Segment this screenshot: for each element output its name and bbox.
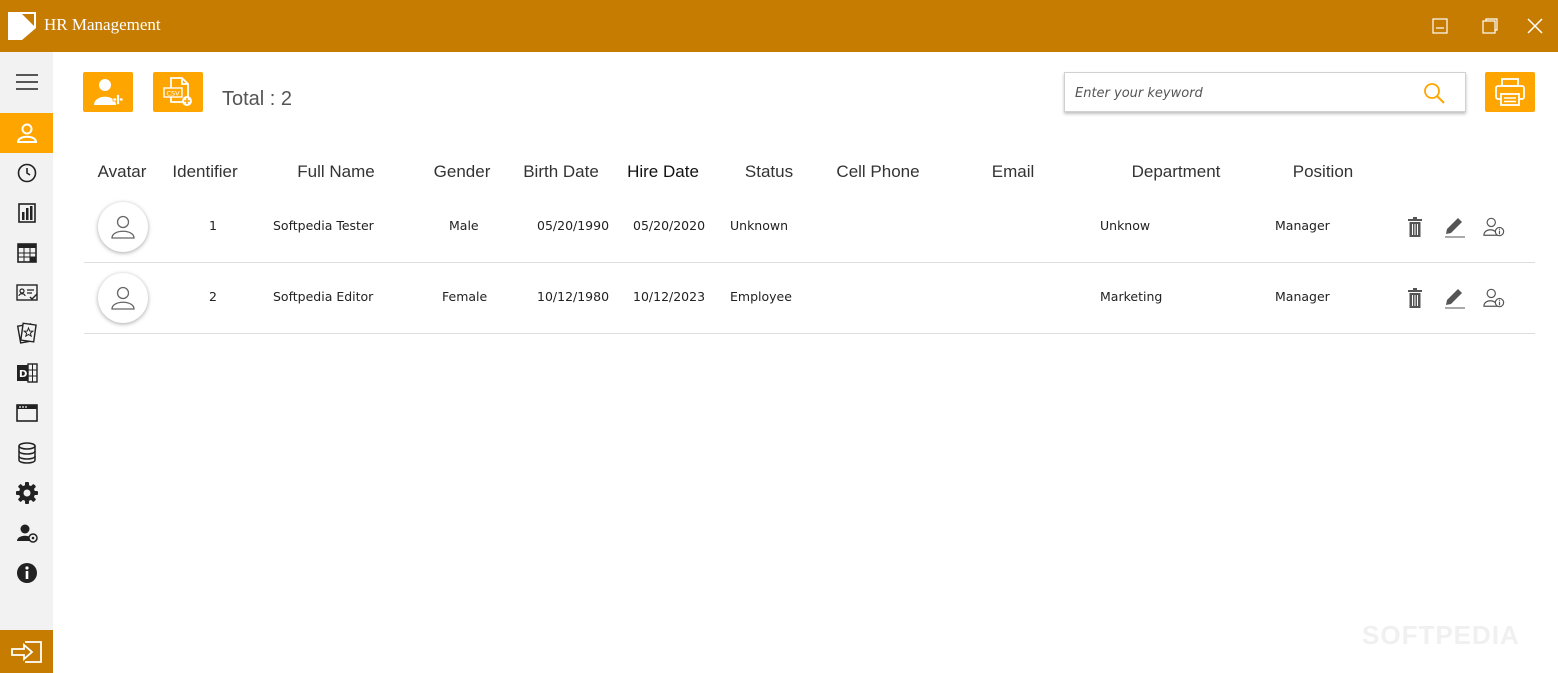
sidebar-item-employees[interactable]: [0, 113, 53, 153]
sidebar-item-settings[interactable]: [0, 473, 53, 513]
avatar: [98, 202, 148, 252]
calendar-icon: [16, 243, 37, 263]
browser-window-icon: [15, 404, 38, 422]
table-row[interactable]: 2 Softpedia Editor Female 10/12/1980 10/…: [84, 263, 1535, 334]
sidebar-item-about[interactable]: [0, 553, 53, 593]
close-button[interactable]: [1523, 14, 1547, 38]
sidebar-item-awards[interactable]: [0, 313, 53, 353]
search-icon[interactable]: [1422, 81, 1446, 105]
bar-chart-icon: [17, 203, 36, 223]
pencil-icon: [1445, 289, 1465, 309]
column-header-birth-date[interactable]: Birth Date: [523, 162, 599, 182]
cell-position: Manager: [1275, 218, 1330, 233]
cell-department: Marketing: [1100, 289, 1163, 304]
column-header-hire-date[interactable]: Hire Date: [627, 162, 699, 182]
logout-icon: [10, 640, 42, 663]
logout-button[interactable]: [0, 630, 53, 673]
cell-birth-date: 10/12/1980: [537, 289, 610, 304]
trash-icon: [1408, 217, 1422, 237]
sidebar-item-departments[interactable]: D: [0, 353, 53, 393]
cell-status: Unknown: [730, 218, 789, 233]
cell-full-name: Softpedia Editor: [273, 289, 374, 304]
delete-button[interactable]: [1404, 216, 1426, 238]
user-settings-icon: [16, 524, 38, 543]
column-header-gender[interactable]: Gender: [434, 162, 491, 182]
info-icon: [16, 563, 37, 583]
sidebar-menu-toggle[interactable]: [0, 62, 53, 102]
department-icon: D: [16, 363, 38, 383]
sidebar-item-calendar[interactable]: [0, 233, 53, 273]
edit-button[interactable]: [1444, 216, 1466, 238]
pencil-icon: [1445, 218, 1465, 238]
csv-import-icon: CSV: [163, 77, 192, 106]
add-employee-button[interactable]: [83, 72, 133, 112]
sidebar-item-reports[interactable]: [0, 193, 53, 233]
title-bar: HR Management: [0, 0, 1558, 52]
close-icon: [1527, 18, 1543, 34]
cell-birth-date: 05/20/1990: [537, 218, 610, 233]
database-icon: [17, 442, 36, 464]
sidebar-item-id-cards[interactable]: [0, 273, 53, 313]
delete-button[interactable]: [1404, 287, 1426, 309]
user-placeholder-icon: [111, 286, 135, 310]
cell-identifier: 1: [209, 218, 217, 233]
sidebar-item-attendance[interactable]: [0, 153, 53, 193]
table-row[interactable]: 1 Softpedia Tester Male 05/20/1990 05/20…: [84, 192, 1535, 263]
print-button[interactable]: [1485, 72, 1535, 112]
printer-icon: [1495, 78, 1525, 106]
sidebar-item-user-settings[interactable]: [0, 513, 53, 553]
search-box: [1064, 72, 1466, 112]
edit-button[interactable]: [1444, 287, 1466, 309]
user-info-icon: [1483, 288, 1505, 308]
app-logo-icon: [8, 12, 36, 40]
sidebar-item-window[interactable]: [0, 393, 53, 433]
trash-icon: [1408, 288, 1422, 308]
column-header-department[interactable]: Department: [1132, 162, 1221, 182]
employee-details-button[interactable]: [1483, 287, 1505, 309]
cell-department: Unknow: [1100, 218, 1151, 233]
minimize-icon: [1432, 18, 1448, 34]
cell-hire-date: 05/20/2020: [633, 218, 706, 233]
import-csv-button[interactable]: CSV: [153, 72, 203, 112]
column-header-cell-phone[interactable]: Cell Phone: [836, 162, 919, 182]
window-title: HR Management: [44, 15, 161, 34]
column-header-position[interactable]: Position: [1293, 162, 1353, 182]
column-header-email[interactable]: Email: [992, 162, 1035, 182]
cell-identifier: 2: [209, 289, 217, 304]
sidebar-item-database[interactable]: [0, 433, 53, 473]
column-header-full-name[interactable]: Full Name: [297, 162, 374, 182]
cell-status: Employee: [730, 289, 792, 304]
svg-text:D: D: [19, 369, 27, 380]
cell-hire-date: 10/12/2023: [633, 289, 706, 304]
avatar: [98, 273, 148, 323]
column-header-identifier[interactable]: Identifier: [172, 162, 237, 182]
restore-icon: [1482, 18, 1498, 34]
cell-gender: Male: [449, 218, 479, 233]
cell-position: Manager: [1275, 289, 1330, 304]
sidebar: D: [0, 52, 53, 673]
gear-icon: [15, 482, 38, 504]
user-placeholder-icon: [111, 215, 135, 239]
employee-icon: [16, 123, 37, 143]
id-card-icon: [15, 284, 38, 301]
clock-icon: [17, 163, 36, 183]
cell-gender: Female: [442, 289, 488, 304]
user-info-icon: [1483, 217, 1505, 237]
svg-text:CSV: CSV: [167, 90, 181, 98]
column-header-status[interactable]: Status: [745, 162, 793, 182]
column-header-avatar[interactable]: Avatar: [98, 162, 147, 182]
maximize-button[interactable]: [1478, 14, 1502, 38]
add-user-icon: [94, 79, 124, 105]
total-count: Total : 2: [222, 88, 293, 110]
award-icon: [16, 322, 37, 344]
watermark: SOFTPEDIA: [1362, 620, 1520, 650]
search-input[interactable]: [1075, 82, 1405, 104]
cell-full-name: Softpedia Tester: [273, 218, 374, 233]
menu-icon: [15, 74, 38, 90]
employee-details-button[interactable]: [1483, 216, 1505, 238]
minimize-button[interactable]: [1428, 14, 1452, 38]
